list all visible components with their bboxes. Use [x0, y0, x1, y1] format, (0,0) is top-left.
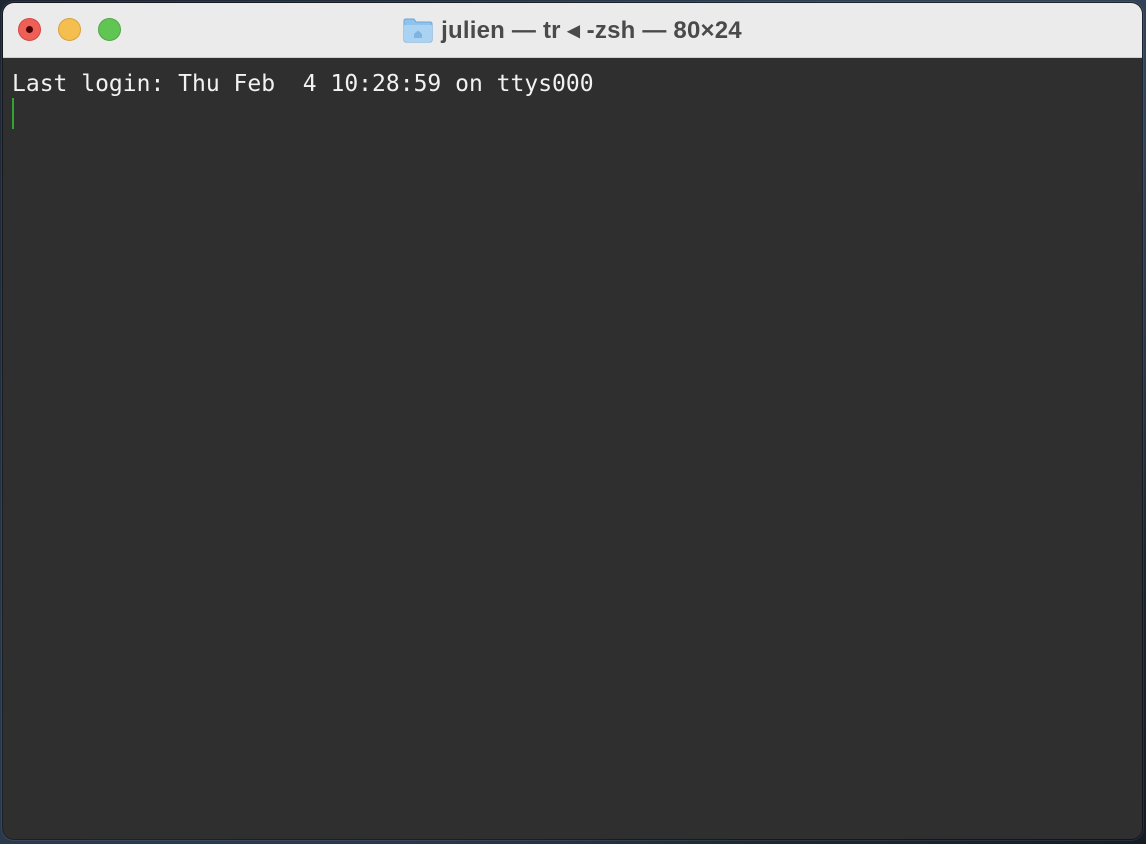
window-title-area: julien — tr ◂ -zsh — 80×24 [3, 3, 1142, 58]
terminal-content[interactable]: Last login: Thu Feb 4 10:28:59 on ttys00… [3, 58, 1142, 839]
terminal-line: Last login: Thu Feb 4 10:28:59 on ttys00… [12, 71, 594, 97]
text-cursor [12, 98, 14, 129]
home-folder-icon [403, 18, 433, 42]
title-bar[interactable]: julien — tr ◂ -zsh — 80×24 [3, 3, 1142, 58]
window-title: julien — tr ◂ -zsh — 80×24 [441, 17, 742, 44]
terminal-window: julien — tr ◂ -zsh — 80×24 Last login: T… [3, 3, 1142, 839]
